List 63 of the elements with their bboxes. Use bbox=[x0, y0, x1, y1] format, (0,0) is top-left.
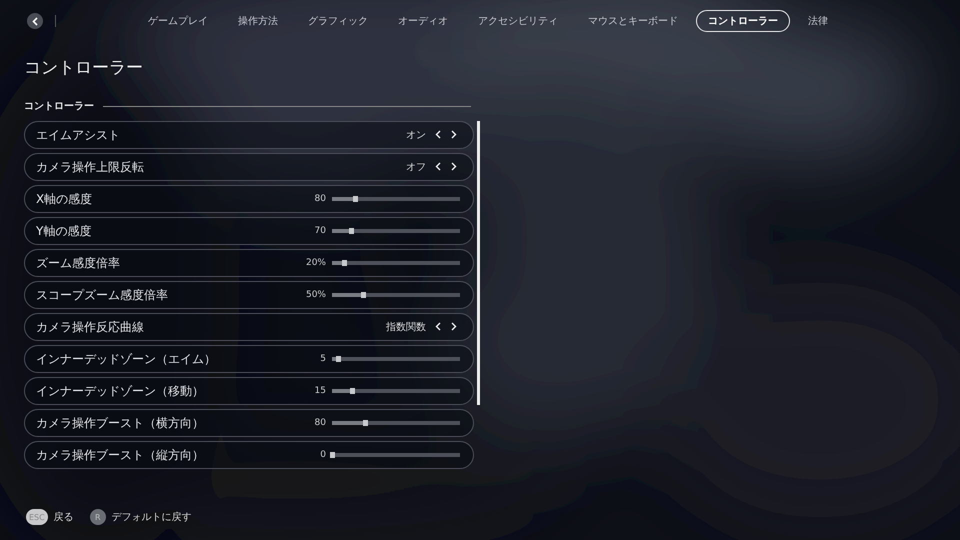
slider-track[interactable] bbox=[332, 261, 460, 265]
setting-label: カメラ操作ブースト（縦方向） bbox=[36, 446, 205, 464]
chevron-left-icon bbox=[32, 16, 38, 26]
slider-track[interactable] bbox=[332, 357, 460, 361]
setting-value: 指数関数 bbox=[386, 320, 426, 334]
setting-row[interactable]: Y軸の感度 70 bbox=[24, 217, 474, 245]
setting-row[interactable]: エイムアシスト オン bbox=[24, 121, 474, 149]
slider-value: 5 bbox=[320, 354, 326, 364]
slider-thumb[interactable] bbox=[353, 196, 358, 202]
setting-label: ズーム感度倍率 bbox=[36, 254, 121, 272]
setting-label: X軸の感度 bbox=[36, 190, 94, 208]
setting-row[interactable]: X軸の感度 80 bbox=[24, 185, 474, 213]
slider-value: 15 bbox=[314, 386, 326, 396]
slider-track[interactable] bbox=[332, 293, 460, 297]
nav-tab[interactable]: コントローラー bbox=[696, 10, 790, 32]
setting-label: カメラ操作ブースト（横方向） bbox=[36, 414, 205, 432]
slider-thumb[interactable] bbox=[342, 260, 347, 266]
scrollbar[interactable] bbox=[477, 121, 480, 405]
setting-label: インナーデッドゾーン（移動） bbox=[36, 382, 205, 400]
nav-tab[interactable]: オーディオ bbox=[386, 10, 460, 32]
setting-row[interactable]: インナーデッドゾーン（エイム） 5 bbox=[24, 345, 474, 373]
slider-thumb[interactable] bbox=[349, 228, 354, 234]
hint-label[interactable]: 戻る bbox=[54, 510, 74, 524]
setting-label: カメラ操作上限反転 bbox=[36, 158, 145, 176]
setting-label: Y軸の感度 bbox=[36, 222, 92, 240]
setting-row[interactable]: カメラ操作ブースト（横方向） 80 bbox=[24, 409, 474, 437]
slider-value: 50% bbox=[306, 290, 326, 300]
slider-thumb[interactable] bbox=[360, 292, 366, 298]
slider-value: 0 bbox=[320, 450, 326, 460]
setting-row[interactable]: カメラ操作上限反転 オフ bbox=[24, 153, 474, 181]
slider-track[interactable] bbox=[332, 421, 460, 425]
setting-label: エイムアシスト bbox=[36, 126, 121, 144]
setting-row[interactable]: スコープズーム感度倍率 50% bbox=[24, 281, 474, 309]
nav-tab[interactable]: 法律 bbox=[796, 10, 840, 32]
setting-label: スコープズーム感度倍率 bbox=[36, 286, 169, 304]
setting-row[interactable]: インナーデッドゾーン（移動） 15 bbox=[24, 377, 474, 405]
setting-row[interactable]: カメラ操作反応曲線 指数関数 bbox=[24, 313, 474, 341]
slider-track[interactable] bbox=[332, 197, 460, 201]
setting-value: オフ bbox=[406, 161, 426, 174]
nav-tab[interactable]: ゲームプレイ bbox=[136, 10, 220, 32]
slider-value: 20% bbox=[306, 258, 326, 268]
slider-track[interactable] bbox=[332, 453, 460, 457]
setting-row[interactable]: カメラ操作ブースト（縦方向） 0 bbox=[24, 441, 474, 469]
slider-value: 80 bbox=[314, 418, 326, 428]
slider-thumb[interactable] bbox=[363, 420, 368, 426]
slider-value: 80 bbox=[314, 194, 326, 204]
slider-thumb[interactable] bbox=[330, 452, 335, 458]
nav-tab[interactable]: グラフィック bbox=[296, 10, 380, 32]
setting-label: インナーデッドゾーン（エイム） bbox=[36, 350, 217, 368]
slider-track[interactable] bbox=[332, 229, 460, 233]
nav-tab[interactable]: 操作方法 bbox=[226, 10, 290, 32]
slider-thumb[interactable] bbox=[350, 388, 356, 394]
nav-tab[interactable]: アクセシビリティ bbox=[466, 10, 570, 32]
slider-value: 70 bbox=[314, 226, 326, 236]
page-title: コントローラー bbox=[24, 57, 144, 79]
setting-label: カメラ操作反応曲線 bbox=[36, 318, 145, 336]
nav-tab[interactable]: マウスとキーボード bbox=[576, 10, 690, 32]
hint-label[interactable]: デフォルトに戻す bbox=[112, 510, 192, 524]
setting-value: オン bbox=[406, 129, 426, 142]
setting-row[interactable]: ズーム感度倍率 20% bbox=[24, 249, 474, 277]
section-title: コントローラー bbox=[24, 100, 94, 113]
slider-thumb[interactable] bbox=[336, 356, 342, 362]
slider-track[interactable] bbox=[332, 389, 460, 393]
